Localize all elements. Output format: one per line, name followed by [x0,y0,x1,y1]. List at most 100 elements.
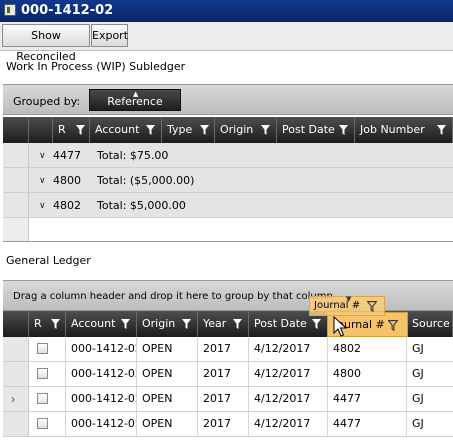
reconciled-checkbox[interactable] [37,343,48,354]
filter-icon[interactable] [51,319,60,329]
reconciled-checkbox[interactable] [37,368,48,379]
group-total: Total: $75.00 [97,149,169,162]
account-cell: 000-1412-02 [66,337,137,361]
row-indicator [3,412,29,436]
group-row[interactable]: ∨ 4477 Total: $75.00 [3,143,453,168]
wip-col-post-date-label: Post Date [282,123,335,136]
journal-cell: 4477 [328,387,407,411]
account-cell: 000-1412-02 [66,387,137,411]
gl-col-origin-label: Origin [142,317,176,330]
wip-header-indicator [3,117,29,143]
year-cell: 2017 [198,412,249,436]
row-indicator [3,143,29,167]
reconciled-checkbox[interactable] [37,393,48,404]
year-cell: 2017 [198,387,249,411]
row-indicator [3,337,29,361]
row-indicator: › [3,387,29,411]
filter-icon[interactable] [233,319,242,329]
filter-icon[interactable] [146,125,155,135]
filter-icon[interactable] [437,125,446,135]
post-date-cell: 4/12/2017 [249,337,328,361]
group-chip-reference[interactable]: ▲ Reference [89,89,181,111]
export-button[interactable]: Export [91,24,128,47]
gl-col-year-label: Year [203,317,227,330]
gl-col-source-label: Source D [412,317,452,330]
origin-cell: OPEN [137,412,198,436]
chevron-down-icon[interactable]: ∨ [39,143,46,167]
origin-cell: OPEN [137,362,198,386]
window-titlebar: 000-1412-02 [0,0,453,22]
filter-icon[interactable] [312,319,321,329]
wip-col-post-date[interactable]: Post Date [277,117,355,143]
toolbar: Show Reconciled Export [0,22,453,63]
gl-col-source[interactable]: Source D [407,311,453,337]
group-drop-hint: Drag a column header and drop it here to… [13,291,333,302]
wip-col-type[interactable]: Type [162,117,215,143]
chevron-down-icon[interactable]: ∨ [39,193,46,217]
group-reference: 4800 [53,174,81,187]
chevron-down-icon[interactable]: ∨ [39,168,46,192]
column-drag-ghost: Journal # ▼ [309,295,385,316]
journal-cell: 4477 [328,412,407,436]
wip-subledger-label: Work In Process (WIP) Subledger [6,60,186,73]
row-indicator [3,362,29,386]
group-total: Total: ($5,000.00) [97,174,195,187]
wip-col-account-label: Account [95,123,140,136]
group-row[interactable]: ∨ 4802 Total: $5,000.00 [3,193,453,218]
show-reconciled-button[interactable]: Show Reconciled [2,24,90,63]
row-indicator [3,193,29,217]
grouped-by-label: Grouped by: [13,95,81,108]
drop-caret-icon: ▼ [346,295,352,303]
journal-cell: 4800 [328,362,407,386]
drag-ghost-label: Journal # [314,300,361,311]
filter-icon[interactable] [182,319,191,329]
reconciled-cell [29,412,66,436]
origin-cell: OPEN [137,387,198,411]
wip-col-r[interactable]: R [53,117,90,143]
group-reference: 4477 [53,149,81,162]
wip-col-origin-label: Origin [220,123,254,136]
gl-col-account[interactable]: Account [66,311,137,337]
reconciled-checkbox[interactable] [37,418,48,429]
filter-icon[interactable] [388,320,398,331]
filter-icon[interactable] [261,125,270,135]
move-cursor-icon [333,316,347,337]
filter-icon[interactable] [200,125,209,135]
source-cell: GJ [412,392,424,405]
wip-col-job-number[interactable]: Job Number [355,117,453,143]
table-row[interactable]: 000-1412-02 OPEN 2017 4/12/2017 4477 GJ [3,412,453,437]
group-total: Total: $5,000.00 [97,199,186,212]
reconciled-cell [29,337,66,361]
app-icon [4,4,16,16]
filter-icon[interactable] [339,125,348,135]
wip-col-job-number-label: Job Number [360,123,425,136]
gl-col-origin[interactable]: Origin [137,311,198,337]
filter-icon [367,301,377,312]
gl-group-panel[interactable]: Drag a column header and drop it here to… [3,280,453,311]
wip-header-row: R Account Type Origin Post Date Job Numb… [3,117,453,143]
wip-group-panel[interactable]: Grouped by: ▲ Reference [3,84,453,115]
filter-icon[interactable] [76,125,85,135]
general-ledger-label: General Ledger [6,254,91,267]
wip-col-type-label: Type [167,123,193,136]
sort-caret-icon: ▲ [133,90,139,98]
post-date-cell: 4/12/2017 [249,387,328,411]
gl-col-year[interactable]: Year [198,311,249,337]
chevron-right-icon: › [11,392,15,406]
source-cell: GJ [412,417,424,430]
wip-col-r-label: R [58,123,66,136]
account-cell: 000-1412-02 [66,362,137,386]
account-cell: 000-1412-02 [66,412,137,436]
wip-header-expander [29,117,53,143]
group-row[interactable]: ∨ 4800 Total: ($5,000.00) [3,168,453,193]
reconciled-cell [29,387,66,411]
filter-icon[interactable] [121,319,130,329]
wip-col-account[interactable]: Account [90,117,162,143]
table-row[interactable]: 000-1412-02 OPEN 2017 4/12/2017 4800 GJ [3,362,453,387]
gl-col-r[interactable]: R [29,311,66,337]
table-row[interactable]: 000-1412-02 OPEN 2017 4/12/2017 4802 GJ [3,337,453,362]
wip-col-origin[interactable]: Origin [215,117,277,143]
gl-col-r-label: R [34,317,42,330]
table-row-current[interactable]: › 000-1412-02 OPEN 2017 4/12/2017 4477 G… [3,387,453,412]
post-date-cell: 4/12/2017 [249,362,328,386]
